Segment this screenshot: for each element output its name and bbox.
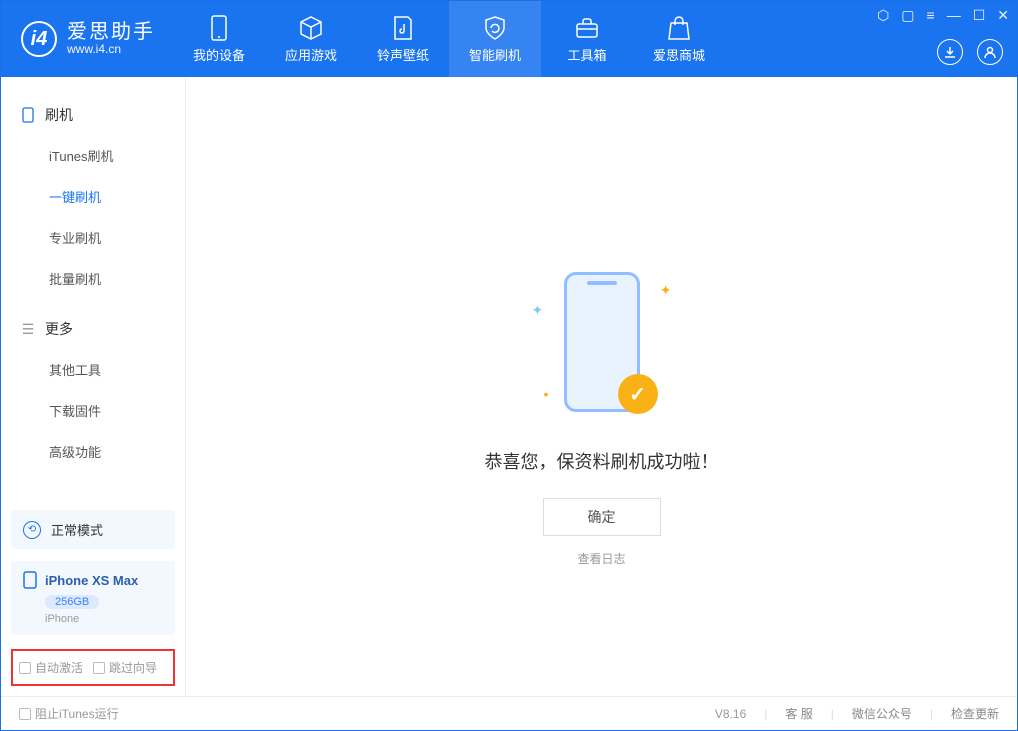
mode-indicator[interactable]: ⟲ 正常模式 (11, 510, 175, 549)
sparkle-icon: • (544, 386, 549, 402)
nav-store[interactable]: 爱思商城 (633, 1, 725, 77)
nav-label: 工具箱 (567, 45, 606, 64)
nav-label: 智能刷机 (469, 45, 521, 64)
sidebar: 刷机 iTunes刷机 一键刷机 专业刷机 批量刷机 ☰ 更多 其他工具 下载固… (1, 77, 186, 696)
device-type: iPhone (45, 613, 163, 625)
cube-icon (298, 15, 324, 41)
main-content: ✓ ✦ ✦ • 恭喜您，保资料刷机成功啦！ 确定 查看日志 (186, 77, 1017, 696)
minimize-button[interactable]: — (947, 7, 961, 24)
list-icon: ☰ (21, 322, 35, 336)
success-message: 恭喜您，保资料刷机成功啦！ (485, 448, 719, 474)
checkbox-icon (93, 662, 105, 674)
logo-icon: i4 (21, 21, 57, 57)
menu-icon[interactable]: ≡ (927, 7, 935, 24)
checkbox-block-itunes[interactable]: 阻止iTunes运行 (19, 705, 119, 722)
sidebar-item-itunes-flash[interactable]: iTunes刷机 (1, 135, 185, 176)
tshirt-icon[interactable]: ⬡ (877, 7, 889, 24)
sidebar-item-other-tools[interactable]: 其他工具 (1, 349, 185, 390)
sidebar-item-batch-flash[interactable]: 批量刷机 (1, 258, 185, 299)
device-info-box[interactable]: iPhone XS Max 256GB iPhone (11, 561, 175, 635)
nav-toolbox[interactable]: 工具箱 (541, 1, 633, 77)
shield-refresh-icon (482, 15, 508, 41)
phone-small-icon (23, 571, 37, 589)
nav-label: 爱思商城 (653, 45, 705, 64)
nav-label: 我的设备 (193, 45, 245, 64)
device-storage: 256GB (45, 595, 99, 609)
app-name: 爱思助手 (67, 21, 155, 43)
sidebar-item-pro-flash[interactable]: 专业刷机 (1, 217, 185, 258)
sparkle-icon: ✦ (660, 282, 672, 299)
logo-text: 爱思助手 www.i4.cn (67, 21, 155, 56)
maximize-button[interactable]: ☐ (973, 7, 986, 24)
device-name: iPhone XS Max (45, 573, 138, 588)
close-button[interactable]: ✕ (997, 7, 1009, 24)
checkmark-badge-icon: ✓ (618, 374, 658, 414)
body: 刷机 iTunes刷机 一键刷机 专业刷机 批量刷机 ☰ 更多 其他工具 下载固… (1, 77, 1017, 696)
sidebar-section-title: 更多 (45, 319, 73, 339)
nav-label: 铃声壁纸 (377, 45, 429, 64)
feedback-icon[interactable]: ▢ (901, 7, 914, 24)
header-actions (937, 39, 1003, 65)
checkbox-skip-guide[interactable]: 跳过向导 (93, 659, 157, 676)
sidebar-item-oneclick-flash[interactable]: 一键刷机 (1, 176, 185, 217)
footer-update-link[interactable]: 检查更新 (951, 705, 999, 722)
app-window: i4 爱思助手 www.i4.cn 我的设备 应用游戏 铃声壁纸 智能刷机 (0, 0, 1018, 731)
phone-icon (206, 15, 232, 41)
device-small-icon (21, 108, 35, 122)
checkbox-auto-activate[interactable]: 自动激活 (19, 659, 83, 676)
bag-icon (666, 15, 692, 41)
checkbox-icon (19, 708, 31, 720)
success-illustration: ✓ ✦ ✦ • (542, 272, 662, 422)
toolbox-icon (574, 15, 600, 41)
checkbox-label: 跳过向导 (109, 659, 157, 676)
footer-wechat-link[interactable]: 微信公众号 (852, 705, 912, 722)
nav-ringtone-wallpaper[interactable]: 铃声壁纸 (357, 1, 449, 77)
checkbox-label: 阻止iTunes运行 (35, 705, 119, 722)
options-highlight-box: 自动激活 跳过向导 (11, 649, 175, 686)
download-button[interactable] (937, 39, 963, 65)
sidebar-section-more: ☰ 更多 (1, 309, 185, 349)
footer: 阻止iTunes运行 V8.16 | 客 服 | 微信公众号 | 检查更新 (1, 696, 1017, 730)
music-file-icon (390, 15, 416, 41)
nav-label: 应用游戏 (285, 45, 337, 64)
sidebar-item-download-firmware[interactable]: 下载固件 (1, 390, 185, 431)
sidebar-section-title: 刷机 (45, 105, 73, 125)
view-log-link[interactable]: 查看日志 (577, 550, 625, 567)
user-button[interactable] (977, 39, 1003, 65)
ok-button[interactable]: 确定 (543, 498, 661, 536)
sparkle-icon: ✦ (532, 302, 544, 319)
sidebar-section-flash: 刷机 (1, 95, 185, 135)
nav-my-device[interactable]: 我的设备 (173, 1, 265, 77)
sidebar-item-advanced[interactable]: 高级功能 (1, 431, 185, 472)
titlebar: i4 爱思助手 www.i4.cn 我的设备 应用游戏 铃声壁纸 智能刷机 (1, 1, 1017, 77)
app-url: www.i4.cn (67, 43, 155, 56)
checkbox-label: 自动激活 (35, 659, 83, 676)
footer-support-link[interactable]: 客 服 (785, 705, 812, 722)
mode-label: 正常模式 (51, 520, 103, 539)
checkbox-icon (19, 662, 31, 674)
nav-smart-flash[interactable]: 智能刷机 (449, 1, 541, 77)
nav-apps-games[interactable]: 应用游戏 (265, 1, 357, 77)
version-label: V8.16 (715, 707, 746, 721)
window-controls: ⬡ ▢ ≡ — ☐ ✕ (877, 7, 1009, 24)
logo-area: i4 爱思助手 www.i4.cn (1, 1, 173, 77)
refresh-icon: ⟲ (23, 521, 41, 539)
